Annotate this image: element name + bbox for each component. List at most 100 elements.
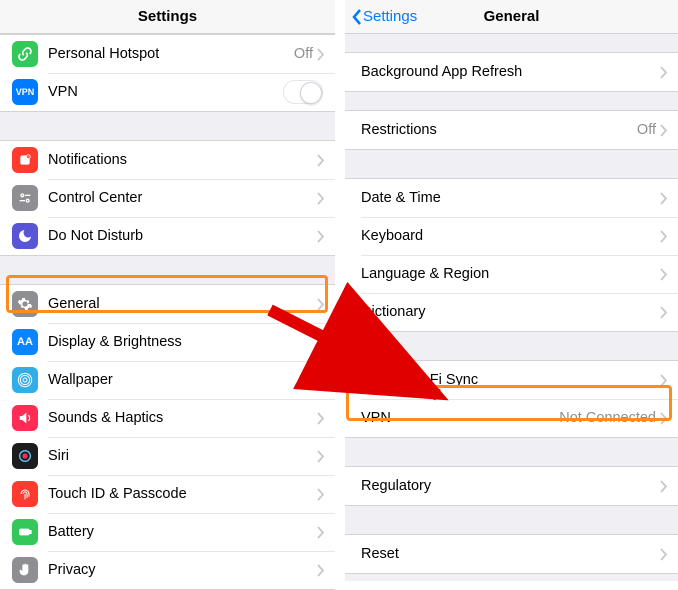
sounds-icon: [12, 405, 38, 431]
row-label: iTunes Wi-Fi Sync: [361, 372, 660, 388]
row-vpn-general[interactable]: VPN Not Connected: [345, 399, 678, 437]
group-connectivity: Personal Hotspot Off VPN VPN: [0, 34, 335, 112]
group-restrictions: Restrictions Off: [345, 110, 678, 150]
vpn-toggle[interactable]: [283, 80, 323, 104]
group-regulatory: Regulatory: [345, 466, 678, 506]
chevron-right-icon: [317, 48, 325, 61]
display-icon: AA: [12, 329, 38, 355]
spacer: [345, 92, 678, 110]
row-background-app-refresh[interactable]: Background App Refresh: [345, 53, 678, 91]
row-label: Do Not Disturb: [48, 228, 317, 244]
row-personal-hotspot[interactable]: Personal Hotspot Off: [0, 35, 335, 73]
row-label: Notifications: [48, 152, 317, 168]
group-bg-refresh: Background App Refresh: [345, 52, 678, 92]
row-privacy[interactable]: Privacy: [0, 551, 335, 589]
row-label: Siri: [48, 448, 317, 464]
group-sync-vpn: iTunes Wi-Fi Sync VPN Not Connected: [345, 360, 678, 438]
chevron-right-icon: [317, 154, 325, 167]
spacer: [345, 438, 678, 466]
spacer: [0, 256, 335, 284]
group-reset: Reset: [345, 534, 678, 574]
chevron-right-icon: [317, 564, 325, 577]
row-dictionary[interactable]: Dictionary: [345, 293, 678, 331]
row-label: Dictionary: [361, 304, 660, 320]
chevron-right-icon: [317, 192, 325, 205]
spacer: [345, 332, 678, 360]
settings-pane: Settings Personal Hotspot Off VPN VPN No…: [0, 0, 335, 581]
group-alerts: Notifications Control Center Do Not Dist…: [0, 140, 335, 256]
spacer: [345, 34, 678, 52]
settings-title: Settings: [0, 8, 335, 25]
row-label: Date & Time: [361, 190, 660, 206]
spacer: [345, 150, 678, 178]
link-icon: [12, 41, 38, 67]
general-header: Settings General: [345, 0, 678, 34]
battery-icon: [12, 519, 38, 545]
row-label: Battery: [48, 524, 317, 540]
chevron-right-icon: [660, 548, 668, 561]
chevron-right-icon: [317, 298, 325, 311]
group-device: General AA Display & Brightness Wallpape…: [0, 284, 335, 590]
row-label: VPN: [361, 410, 559, 426]
chevron-right-icon: [660, 306, 668, 319]
chevron-right-icon: [660, 480, 668, 493]
chevron-right-icon: [317, 230, 325, 243]
chevron-right-icon: [660, 412, 668, 425]
row-notifications[interactable]: Notifications: [0, 141, 335, 179]
vpn-icon: VPN: [12, 79, 38, 105]
chevron-right-icon: [660, 66, 668, 79]
row-general[interactable]: General: [0, 285, 335, 323]
hand-icon: [12, 557, 38, 583]
row-value: Off: [637, 122, 656, 138]
control-center-icon: [12, 185, 38, 211]
group-locale: Date & Time Keyboard Language & Region D…: [345, 178, 678, 332]
chevron-right-icon: [317, 526, 325, 539]
spacer: [0, 112, 335, 140]
row-keyboard[interactable]: Keyboard: [345, 217, 678, 255]
row-do-not-disturb[interactable]: Do Not Disturb: [0, 217, 335, 255]
chevron-right-icon: [660, 124, 668, 137]
chevron-right-icon: [317, 374, 325, 387]
row-battery[interactable]: Battery: [0, 513, 335, 551]
row-touch-id[interactable]: Touch ID & Passcode: [0, 475, 335, 513]
back-button[interactable]: Settings: [351, 8, 417, 26]
notifications-icon: [12, 147, 38, 173]
row-value: Off: [294, 46, 313, 62]
row-label: Language & Region: [361, 266, 660, 282]
row-label: Wallpaper: [48, 372, 317, 388]
row-vpn[interactable]: VPN VPN: [0, 73, 335, 111]
row-label: Reset: [361, 546, 660, 562]
row-label: Regulatory: [361, 478, 660, 494]
settings-header: Settings: [0, 0, 335, 34]
row-label: Touch ID & Passcode: [48, 486, 317, 502]
row-language-region[interactable]: Language & Region: [345, 255, 678, 293]
row-label: Sounds & Haptics: [48, 410, 317, 426]
row-date-time[interactable]: Date & Time: [345, 179, 678, 217]
row-reset[interactable]: Reset: [345, 535, 678, 573]
row-label: Restrictions: [361, 122, 637, 138]
general-pane: Settings General Background App Refresh …: [345, 0, 678, 581]
chevron-right-icon: [660, 192, 668, 205]
row-restrictions[interactable]: Restrictions Off: [345, 111, 678, 149]
wallpaper-icon: [12, 367, 38, 393]
row-sounds-haptics[interactable]: Sounds & Haptics: [0, 399, 335, 437]
row-label: Personal Hotspot: [48, 46, 294, 62]
row-control-center[interactable]: Control Center: [0, 179, 335, 217]
row-label: Background App Refresh: [361, 64, 660, 80]
row-label: Keyboard: [361, 228, 660, 244]
gear-icon: [12, 291, 38, 317]
spacer: [345, 506, 678, 534]
row-siri[interactable]: Siri: [0, 437, 335, 475]
row-regulatory[interactable]: Regulatory: [345, 467, 678, 505]
chevron-right-icon: [660, 374, 668, 387]
back-label: Settings: [363, 8, 417, 25]
row-display-brightness[interactable]: AA Display & Brightness: [0, 323, 335, 361]
chevron-right-icon: [317, 488, 325, 501]
chevron-right-icon: [660, 230, 668, 243]
pane-divider: [335, 0, 345, 581]
row-itunes-wifi-sync[interactable]: iTunes Wi-Fi Sync: [345, 361, 678, 399]
row-label: Privacy: [48, 562, 317, 578]
row-wallpaper[interactable]: Wallpaper: [0, 361, 335, 399]
moon-icon: [12, 223, 38, 249]
chevron-right-icon: [317, 450, 325, 463]
